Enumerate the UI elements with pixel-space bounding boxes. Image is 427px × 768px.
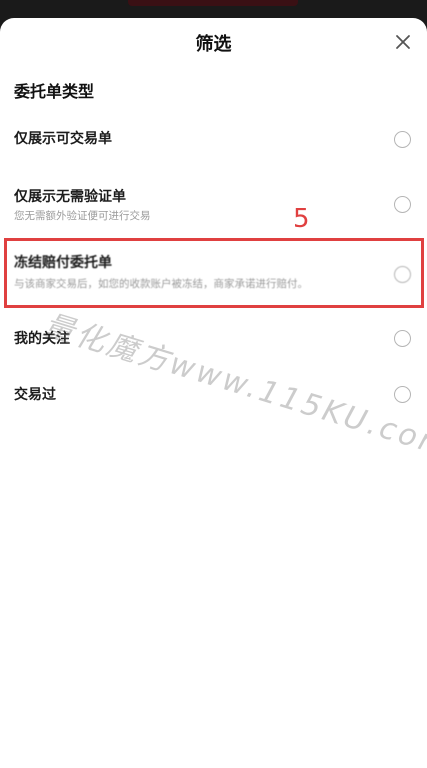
option-label: 冻结赔付委托单 xyxy=(14,255,112,271)
option-my-follows[interactable]: 我的关注 xyxy=(0,320,427,364)
option-label: 交易过 xyxy=(14,387,56,403)
radio-freeze-compensation[interactable] xyxy=(394,266,411,283)
option-tradable-only[interactable]: 仅展示可交易单 xyxy=(0,118,427,162)
radio-tradable-only[interactable] xyxy=(394,131,411,148)
option-description: 您无需额外验证便可进行交易 xyxy=(14,210,151,222)
option-label: 仅展示无需验证单 xyxy=(14,189,126,205)
option-description: 与该商家交易后，如您的收款账户被冻结，商家承诺进行赔付。 xyxy=(14,278,308,290)
radio-no-verification[interactable] xyxy=(394,196,411,213)
status-bar xyxy=(0,0,427,20)
filter-sheet: 筛选 委托单类型 仅展示可交易单 仅展示无需验证单 您无需额外验证便可进行交易 … xyxy=(0,18,427,768)
step-annotation: 5 xyxy=(293,204,310,234)
radio-traded-before[interactable] xyxy=(394,386,411,403)
section-title-order-type: 委托单类型 xyxy=(14,82,95,101)
radio-my-follows[interactable] xyxy=(394,330,411,347)
sheet-title: 筛选 xyxy=(195,34,232,55)
option-label: 仅展示可交易单 xyxy=(14,131,112,147)
option-no-verification[interactable]: 仅展示无需验证单 您无需额外验证便可进行交易 xyxy=(0,180,427,232)
close-button[interactable] xyxy=(393,32,413,52)
option-label: 我的关注 xyxy=(14,331,70,347)
close-icon xyxy=(396,35,410,49)
sheet-header: 筛选 xyxy=(0,18,427,68)
option-traded-before[interactable]: 交易过 xyxy=(0,376,427,420)
status-pill xyxy=(128,0,298,6)
option-freeze-compensation[interactable]: 冻结赔付委托单 与该商家交易后，如您的收款账户被冻结，商家承诺进行赔付。 xyxy=(0,244,427,302)
